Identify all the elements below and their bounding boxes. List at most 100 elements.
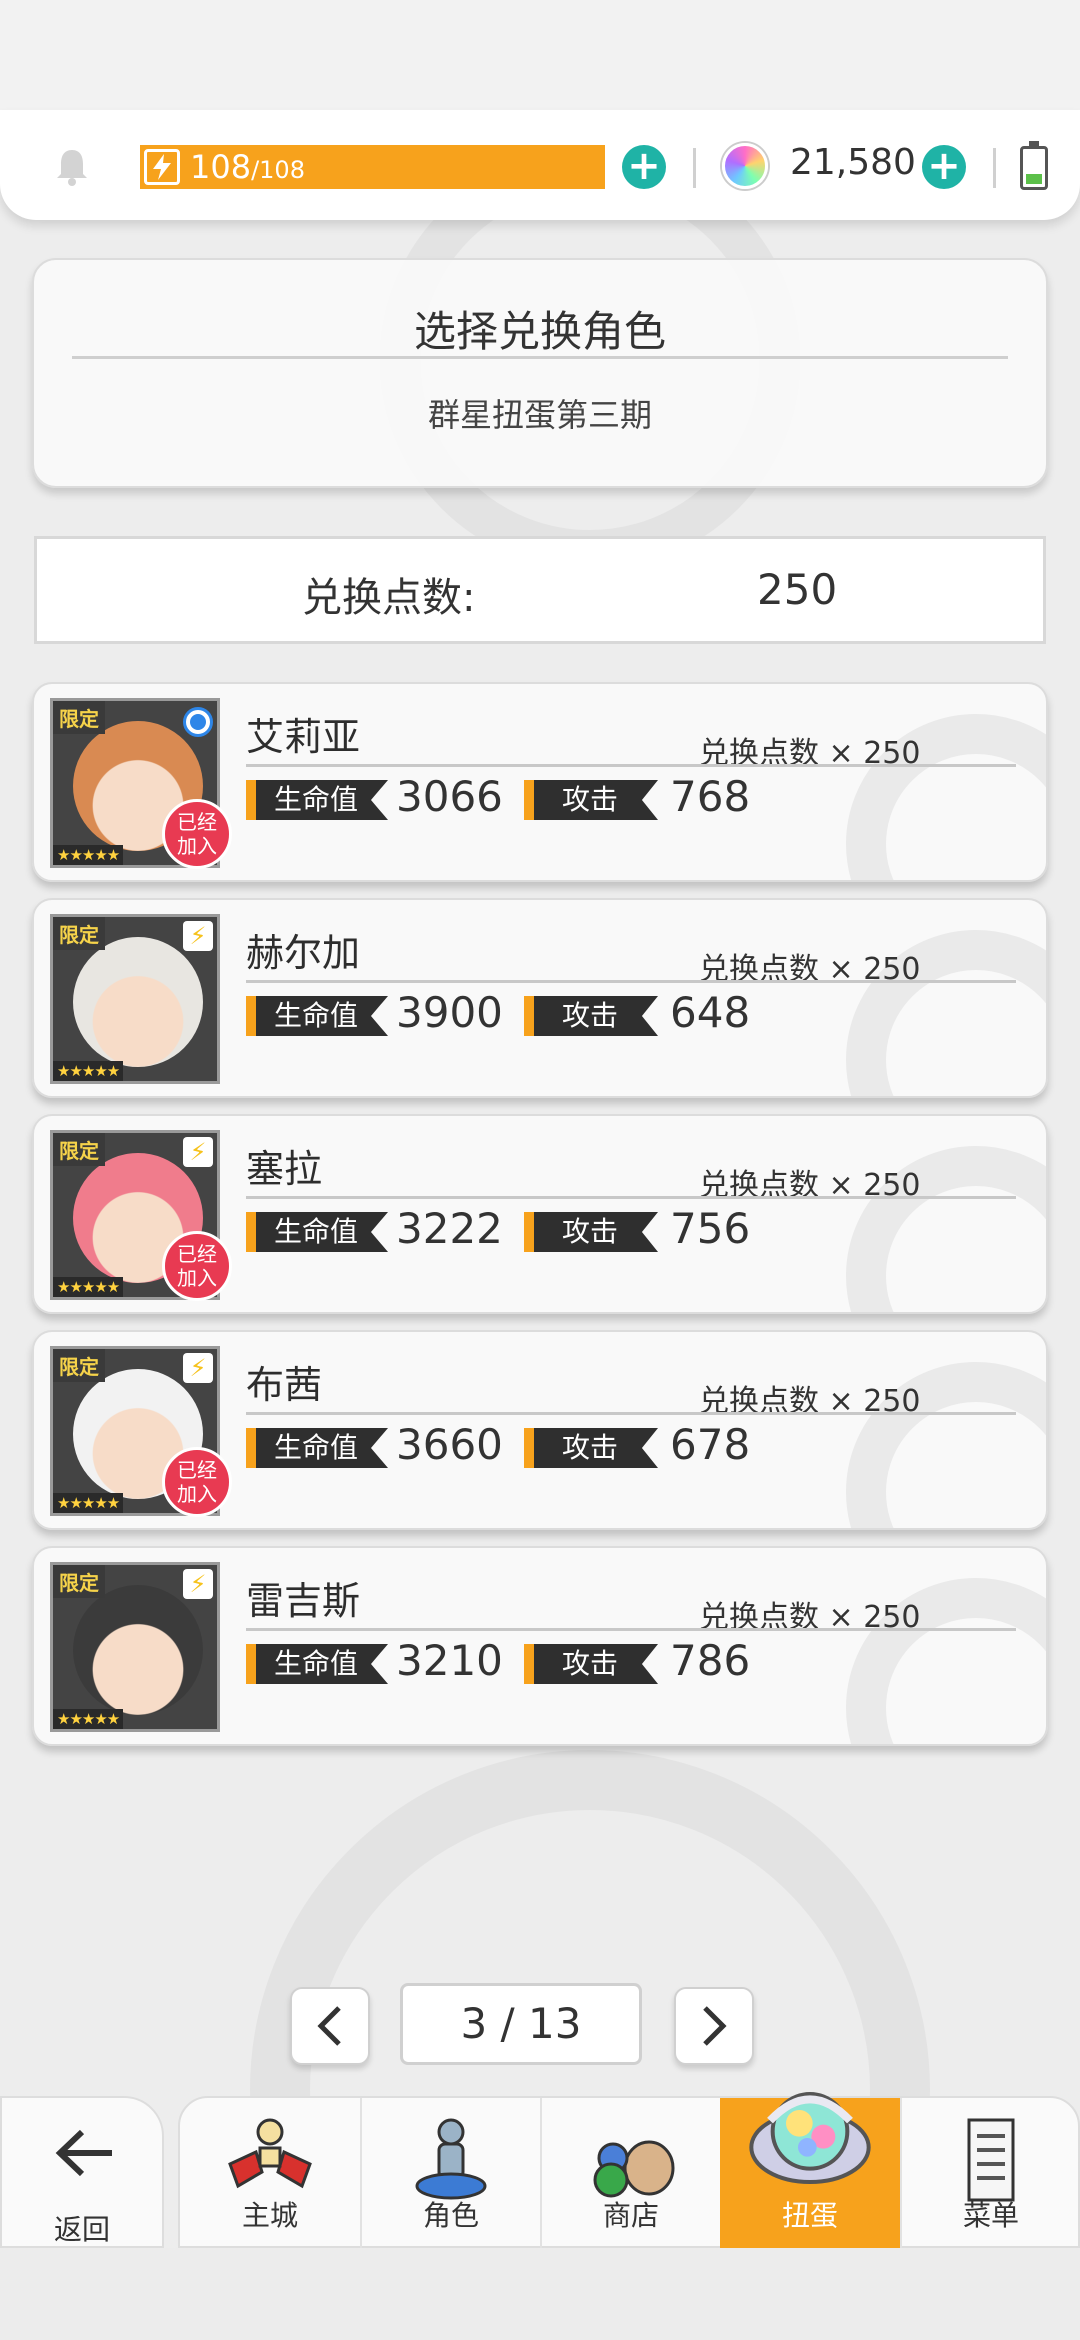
attack-value: 678 [670,1420,751,1469]
attack-value: 786 [670,1636,751,1685]
divider [993,148,996,188]
divider [246,980,1016,983]
hp-label: 生命值 [246,1212,389,1252]
bell-icon[interactable] [50,144,94,188]
joined-badge: 已经 加入 [162,1231,232,1301]
character-name: 布茜 [246,1363,323,1407]
exchange-points-value: 250 [757,565,838,614]
battery-icon [1020,141,1048,190]
limited-tag: 限定 [53,917,105,950]
exchange-points-label: 兑换点数: [302,575,476,621]
rarity-stars: ★★★★★ [53,1061,124,1081]
joined-badge: 已经 加入 [162,799,232,869]
nav-item-character[interactable]: 角色 [360,2098,540,2248]
resource-bar: 108/108 + 21,580 + [0,110,1080,220]
bottom-nav: 主城 角色 商店 扭蛋 菜单 [178,2092,1080,2248]
page-indicator: 3 / 13 [400,1983,642,2065]
nav-item-castle[interactable]: 主城 [180,2098,360,2248]
limited-tag: 限定 [53,1565,105,1598]
back-arrow-icon [55,2129,112,2177]
page-title: 选择兑换角色 [413,307,666,356]
nav-label: 菜单 [962,2199,1019,2232]
divider [246,1196,1016,1199]
joined-text: 已经 [177,810,217,834]
castle-icon [228,2118,312,2189]
attack-label: 攻击 [524,996,659,1036]
gacha-icon [749,2092,871,2184]
nav-label: 商店 [602,2199,659,2232]
character-portrait: 限定 ★★★★★ ⚡ [50,914,220,1084]
back-button[interactable]: 返回 [0,2096,164,2248]
gem-icon [722,143,768,189]
joined-text: 已经 [177,1242,217,1266]
hp-label: 生命值 [246,1644,389,1684]
limited-tag: 限定 [53,1349,105,1382]
hp-value: 3210 [396,1636,503,1685]
attack-label: 攻击 [524,1428,659,1468]
lightning-icon: ⚡ [183,1137,213,1167]
hp-label: 生命值 [246,996,389,1036]
hp-value: 3900 [396,988,503,1037]
joined-text: 已经 [177,1458,217,1482]
divider [72,356,1008,359]
page-subtitle: 群星扭蛋第三期 [427,396,652,434]
hp-label: 生命值 [246,1428,389,1468]
divider [693,148,696,188]
character-card[interactable]: 限定 ★★★★★ ⚡ 塞拉 兑换点数 × 250 生命值 3222 攻击 756… [32,1114,1048,1314]
lightning-icon: ⚡ [183,921,213,951]
character-portrait: 限定 ★★★★★ ⚡ [50,1562,220,1732]
rarity-stars: ★★★★★ [53,1277,124,1297]
character-card[interactable]: 限定 ★★★★★ ⚡ 赫尔加 兑换点数 × 250 生命值 3900 攻击 64… [32,898,1048,1098]
hp-value: 3222 [396,1204,503,1253]
divider [246,1628,1016,1631]
chevron-left-icon [317,2006,341,2046]
hp-value: 3660 [396,1420,503,1469]
attack-value: 756 [670,1204,751,1253]
exchange-points-box: 兑换点数: 250 [34,536,1046,644]
lightning-icon: ⚡ [183,1569,213,1599]
joined-text: 加入 [177,1482,217,1506]
energy-bar: 108/108 [140,145,605,189]
lightning-icon [144,149,180,185]
joined-text: 加入 [177,1266,217,1290]
add-energy-button[interactable]: + [622,145,666,189]
nav-label: 角色 [422,2199,479,2232]
attack-value: 648 [670,988,751,1037]
nav-label: 扭蛋 [781,2199,838,2232]
character-face [73,1585,203,1715]
character-name: 艾莉亚 [246,715,361,759]
nav-item-shop[interactable]: 商店 [540,2098,720,2248]
character-card[interactable]: 限定 ★★★★★ ⚡ 布茜 兑换点数 × 250 生命值 3660 攻击 678… [32,1330,1048,1530]
menu-icon [967,2118,1015,2202]
attack-label: 攻击 [524,1212,659,1252]
limited-tag: 限定 [53,1133,105,1166]
nav-item-gacha[interactable]: 扭蛋 [720,2092,900,2248]
attack-label: 攻击 [524,780,659,820]
character-card[interactable]: 限定 ★★★★★ 艾莉亚 兑换点数 × 250 生命值 3066 攻击 768 … [32,682,1048,882]
gem-count: 21,580 [790,142,916,183]
character-card[interactable]: 限定 ★★★★★ ⚡ 雷吉斯 兑换点数 × 250 生命值 3210 攻击 78… [32,1546,1048,1746]
character-face [73,937,203,1067]
lightning-icon: ⚡ [183,1353,213,1383]
next-page-button[interactable] [674,1987,754,2065]
system-nav-area [0,2248,1080,2340]
divider [246,764,1016,767]
hp-label: 生命值 [246,780,389,820]
nav-item-menu[interactable]: 菜单 [900,2098,1080,2248]
hp-value: 3066 [396,772,503,821]
character-name: 塞拉 [246,1147,323,1191]
header-card: 选择兑换角色 群星扭蛋第三期 [32,258,1048,488]
limited-tag: 限定 [53,701,105,734]
status-bar-area [0,0,1080,110]
attack-value: 768 [670,772,751,821]
rarity-stars: ★★★★★ [53,845,124,865]
character-name: 赫尔加 [246,931,361,975]
shop-icon [593,2140,675,2198]
attack-label: 攻击 [524,1644,659,1684]
add-gems-button[interactable]: + [922,145,966,189]
divider [246,1412,1016,1415]
rarity-stars: ★★★★★ [53,1709,124,1729]
selected-radio-icon[interactable] [183,707,213,737]
prev-page-button[interactable] [290,1987,370,2065]
character-icon [415,2118,487,2200]
